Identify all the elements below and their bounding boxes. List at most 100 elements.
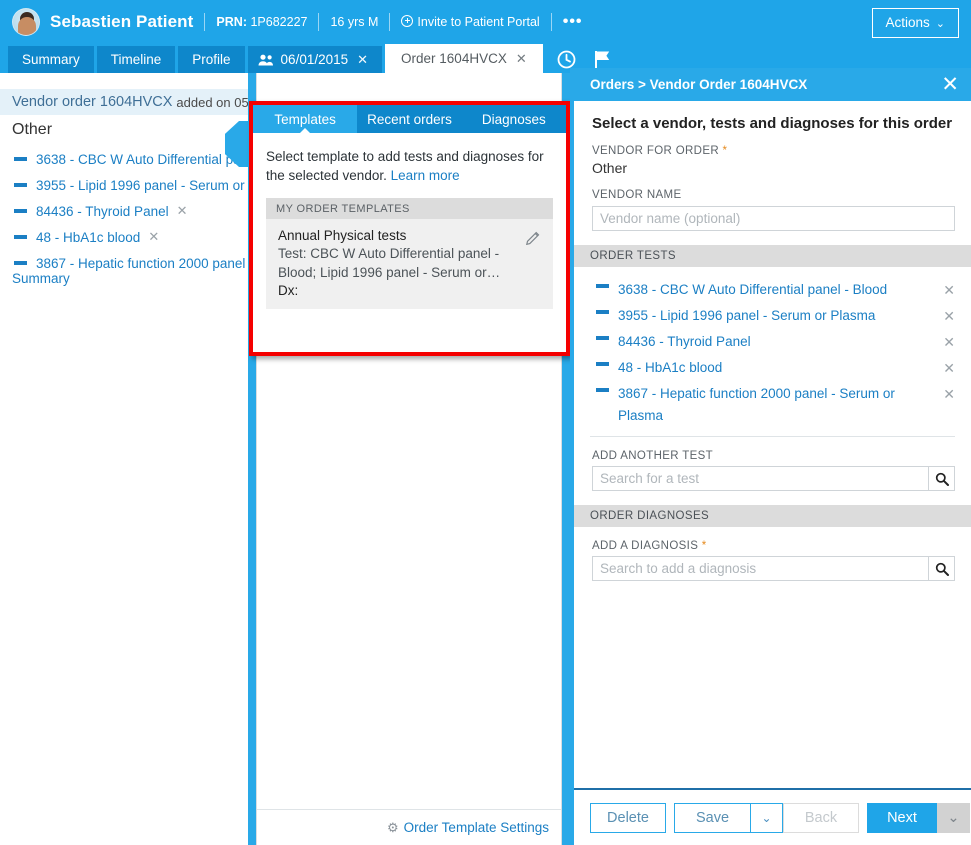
- order-template-settings-link[interactable]: ⚙ Order Template Settings: [387, 820, 549, 836]
- order-template-settings-label: Order Template Settings: [404, 820, 549, 835]
- tab-recent-orders[interactable]: Recent orders: [357, 105, 461, 133]
- prn-value: 1P682227: [250, 15, 307, 29]
- save-split-button: Save ⌄: [674, 803, 783, 833]
- search-icon[interactable]: [928, 466, 955, 491]
- table-row[interactable]: 3867 - Hepatic function 2000 panel - Ser…: [590, 381, 955, 427]
- background-test-list: 3638 - CBC W Auto Differential panel - B…: [14, 146, 264, 276]
- vendor-name-field-wrap: [574, 201, 971, 231]
- patient-avatar: [12, 8, 40, 36]
- patient-age-sex: 16 yrs M: [330, 15, 378, 29]
- history-clock-icon[interactable]: [557, 50, 576, 69]
- add-a-diagnosis-label: ADD A DIAGNOSIS *: [574, 527, 971, 552]
- templates-hint: Select template to add tests and diagnos…: [266, 147, 553, 185]
- delete-button[interactable]: Delete: [590, 803, 666, 833]
- tab-summary[interactable]: Summary: [8, 46, 94, 73]
- templates-popup-tabs: Templates Recent orders Diagnoses: [253, 105, 566, 133]
- patient-name: Sebastien Patient: [50, 12, 193, 32]
- search-icon[interactable]: [928, 556, 955, 581]
- save-button[interactable]: Save: [674, 803, 750, 833]
- next-split-button: Next ⌄: [867, 803, 970, 833]
- next-dropdown-chevron-down-icon[interactable]: ⌄: [937, 803, 970, 833]
- remove-test-icon[interactable]: ✕: [943, 386, 955, 403]
- tab-close-icon[interactable]: ✕: [516, 51, 527, 67]
- list-item[interactable]: 3955 - Lipid 1996 panel - Serum or Plasm…: [14, 172, 264, 198]
- required-asterisk: *: [723, 145, 728, 157]
- header-divider: [204, 13, 205, 31]
- table-row[interactable]: 3955 - Lipid 1996 panel - Serum or Plasm…: [590, 303, 955, 329]
- tab-encounter-06-01-2015[interactable]: 06/01/2015 ✕: [248, 46, 382, 73]
- dash-icon: [596, 388, 609, 392]
- tab-label: Timeline: [111, 52, 162, 67]
- header-divider: [318, 13, 319, 31]
- list-item-label: 84436 - Thyroid Panel: [36, 204, 169, 219]
- remove-test-icon[interactable]: ✕: [943, 360, 955, 377]
- test-label: 3867 - Hepatic function 2000 panel - Ser…: [618, 381, 955, 427]
- patient-header: Sebastien Patient PRN: 1P682227 16 yrs M…: [0, 0, 971, 43]
- panel-title: Select a vendor, tests and diagnoses for…: [574, 101, 971, 132]
- tab-label: Diagnoses: [482, 112, 546, 127]
- add-diagnosis-search-input[interactable]: [592, 556, 928, 581]
- vendor-name-input[interactable]: [592, 206, 955, 231]
- templates-popup-body: Select template to add tests and diagnos…: [253, 133, 566, 309]
- table-row[interactable]: 3638 - CBC W Auto Differential panel - B…: [590, 277, 955, 303]
- tab-label: Order 1604HVCX: [401, 51, 507, 66]
- dash-icon: [596, 310, 609, 314]
- save-dropdown-chevron-down-icon[interactable]: ⌄: [750, 803, 783, 833]
- vendor-order-panel-header: Orders > Vendor Order 1604HVCX ✕: [574, 68, 971, 101]
- learn-more-link[interactable]: Learn more: [391, 168, 460, 183]
- invite-label: Invite to Patient Portal: [417, 15, 539, 29]
- plus-circle-icon: [401, 15, 413, 27]
- tab-order-1604hvcx[interactable]: Order 1604HVCX ✕: [385, 44, 543, 73]
- tab-close-icon[interactable]: ✕: [357, 52, 368, 68]
- people-icon: [258, 54, 274, 66]
- add-a-diagnosis-label-text: ADD A DIAGNOSIS: [592, 540, 698, 552]
- header-divider: [389, 13, 390, 31]
- add-test-search-input[interactable]: [592, 466, 928, 491]
- back-button: Back: [783, 803, 859, 833]
- actions-label: Actions: [886, 15, 930, 30]
- remove-test-icon[interactable]: ✕: [177, 203, 188, 219]
- remove-test-icon[interactable]: ✕: [943, 334, 955, 351]
- background-vendor-heading: Other: [12, 121, 52, 139]
- my-order-templates-section-header: MY ORDER TEMPLATES: [266, 198, 553, 219]
- tab-profile[interactable]: Profile: [178, 46, 244, 73]
- template-dx-line: Dx:: [278, 283, 541, 298]
- actions-button[interactable]: Actions⌄: [872, 8, 960, 38]
- vendor-name-label: VENDOR NAME: [574, 176, 971, 201]
- gear-icon: ⚙: [387, 820, 399, 835]
- table-row[interactable]: 48 - HbA1c blood ✕: [590, 355, 955, 381]
- more-options-button[interactable]: •••: [563, 18, 583, 26]
- remove-test-icon[interactable]: ✕: [943, 308, 955, 325]
- order-template-card[interactable]: Annual Physical tests Test: CBC W Auto D…: [266, 219, 553, 309]
- order-diagnoses-section-header: ORDER DIAGNOSES: [574, 505, 971, 527]
- next-button[interactable]: Next: [867, 803, 937, 833]
- invite-to-patient-portal-link[interactable]: Invite to Patient Portal: [401, 15, 539, 29]
- order-tests-list: 3638 - CBC W Auto Differential panel - B…: [590, 267, 955, 427]
- remove-test-icon[interactable]: ✕: [148, 229, 159, 245]
- remove-test-icon[interactable]: ✕: [943, 282, 955, 299]
- templates-popup: Templates Recent orders Diagnoses Select…: [249, 101, 570, 356]
- list-item[interactable]: 48 - HbA1c blood ✕: [14, 224, 264, 250]
- tab-label: Recent orders: [367, 112, 452, 127]
- order-tests-section-header: ORDER TESTS: [574, 245, 971, 267]
- pencil-icon[interactable]: [526, 230, 541, 248]
- list-item-label: 48 - HbA1c blood: [36, 230, 140, 245]
- add-diagnosis-search-wrap: [574, 552, 971, 581]
- table-row[interactable]: 84436 - Thyroid Panel ✕: [590, 329, 955, 355]
- background-summary-link[interactable]: Summary: [12, 271, 70, 286]
- tab-templates[interactable]: Templates: [253, 105, 357, 133]
- list-item[interactable]: 84436 - Thyroid Panel ✕: [14, 198, 264, 224]
- tab-timeline[interactable]: Timeline: [97, 46, 176, 73]
- patient-prn: PRN: 1P682227: [216, 15, 307, 29]
- flag-icon[interactable]: [594, 50, 612, 69]
- tab-label: Templates: [274, 112, 336, 127]
- header-divider: [551, 13, 552, 31]
- test-label: 48 - HbA1c blood: [618, 355, 955, 381]
- close-icon[interactable]: ✕: [941, 76, 959, 94]
- add-test-search-wrap: [574, 462, 971, 491]
- tab-label: Summary: [22, 52, 80, 67]
- application-window: Sebastien Patient PRN: 1P682227 16 yrs M…: [0, 0, 971, 845]
- tab-label: Profile: [192, 52, 230, 67]
- tab-diagnoses[interactable]: Diagnoses: [462, 105, 566, 133]
- vendor-order-panel-footer: Delete Save ⌄ Back Next ⌄: [574, 788, 971, 845]
